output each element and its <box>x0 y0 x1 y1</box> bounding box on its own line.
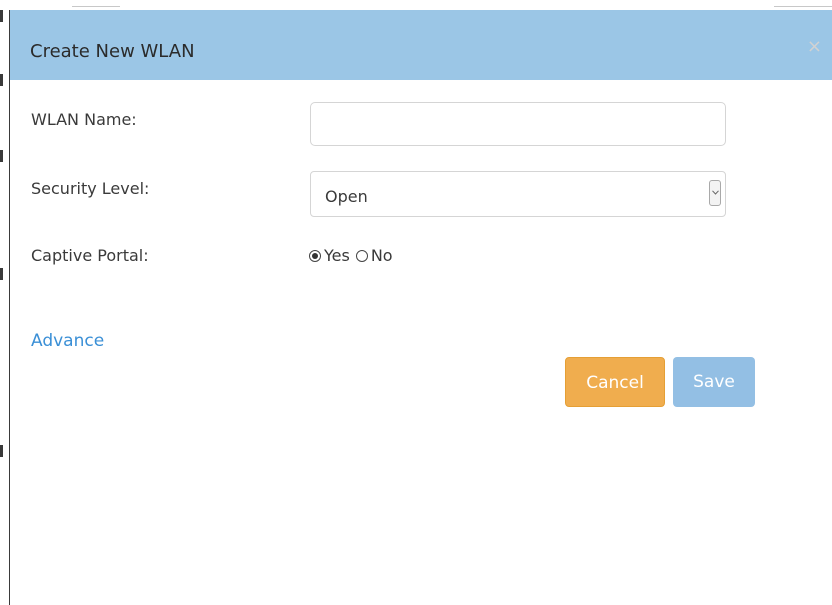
captive-portal-radio-group: Yes No <box>309 246 399 265</box>
background-header-stub <box>774 0 832 7</box>
background-header-stub <box>72 0 120 7</box>
background-edge-mark <box>0 74 3 86</box>
wlan-name-input[interactable] <box>310 102 726 146</box>
captive-portal-no-label[interactable]: No <box>371 246 393 265</box>
close-icon[interactable]: × <box>807 38 822 56</box>
create-wlan-modal: Create New WLAN × WLAN Name: Security Le… <box>10 10 832 605</box>
chevron-down-icon[interactable] <box>709 180 721 206</box>
security-level-selected-value: Open <box>325 187 368 206</box>
save-button[interactable]: Save <box>673 357 755 407</box>
captive-portal-yes-radio[interactable] <box>309 249 321 262</box>
background-edge-mark <box>0 268 3 280</box>
modal-title: Create New WLAN <box>30 41 195 62</box>
wlan-name-label: WLAN Name: <box>31 110 137 129</box>
captive-portal-no-radio[interactable] <box>355 249 368 262</box>
page: Create New WLAN × WLAN Name: Security Le… <box>0 0 832 605</box>
background-edge-mark <box>0 445 3 457</box>
captive-portal-label: Captive Portal: <box>31 246 149 265</box>
background-edge-mark <box>0 150 3 162</box>
security-level-select[interactable]: Open <box>310 171 726 217</box>
security-level-label: Security Level: <box>31 179 150 198</box>
cancel-button[interactable]: Cancel <box>565 357 665 407</box>
background-edge-mark <box>0 10 3 22</box>
captive-portal-yes-label[interactable]: Yes <box>324 246 350 265</box>
modal-header: Create New WLAN × <box>10 10 832 80</box>
advance-link[interactable]: Advance <box>31 331 104 351</box>
